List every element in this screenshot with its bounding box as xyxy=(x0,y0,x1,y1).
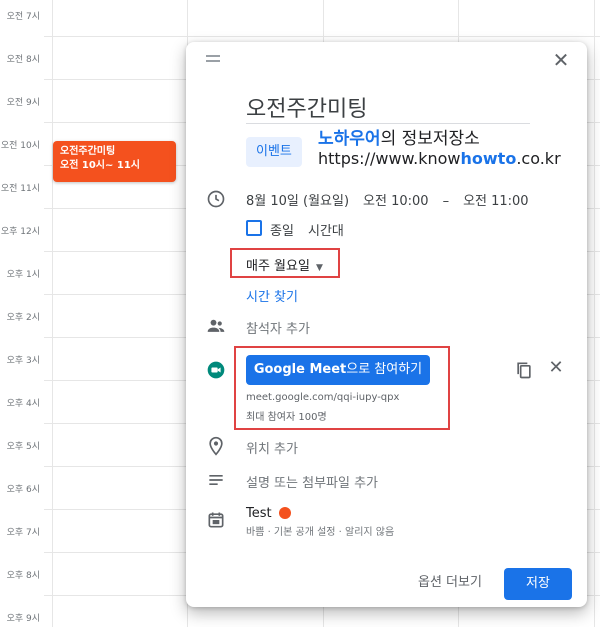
calendar-name[interactable]: Test xyxy=(246,506,272,521)
add-location-input[interactable]: 위치 추가 xyxy=(246,438,298,457)
date-time-row: 8월 10일 (월요일) 오전 10:00– 오전 11:00 xyxy=(246,190,529,209)
time-label: 오후 9시 xyxy=(6,614,40,624)
watermark: 노하우어의 정보저장소 https://www.knowhowto.co.kr xyxy=(318,129,561,169)
save-button[interactable]: 저장 xyxy=(504,568,572,600)
recurrence-select[interactable]: 매주 월요일 ▼ xyxy=(246,255,323,274)
event-chip-title: 오전주간미팅 xyxy=(60,146,116,157)
watermark-url-prefix: https://www.know xyxy=(318,149,461,168)
calendar-color-dot xyxy=(279,507,291,519)
drag-handle-icon[interactable] xyxy=(206,55,220,65)
time-label: 오후 6시 xyxy=(6,485,40,495)
time-label: 오후 3시 xyxy=(6,356,40,366)
meet-button-rest: 으로 참여하기 xyxy=(346,362,423,377)
time-label: 오전 11시 xyxy=(0,184,40,194)
time-label: 오전 9시 xyxy=(6,98,40,108)
close-icon[interactable]: ✕ xyxy=(549,48,573,72)
time-label: 오후 7시 xyxy=(6,528,40,538)
watermark-url-suffix: .co.kr xyxy=(516,149,561,168)
time-label: 오후 8시 xyxy=(6,571,40,581)
time-label: 오후 2시 xyxy=(6,313,40,323)
time-label: 오후 4시 xyxy=(6,399,40,409)
time-label: 오전 10시 xyxy=(0,141,40,151)
people-icon xyxy=(206,316,226,336)
time-label: 오전 7시 xyxy=(6,12,40,22)
time-label: 오후 1시 xyxy=(6,270,40,280)
event-date[interactable]: 8월 10일 (월요일) xyxy=(246,194,349,209)
calendar-icon xyxy=(206,510,226,530)
find-time-link[interactable]: 시간 찾기 xyxy=(246,286,298,305)
copy-icon[interactable] xyxy=(514,360,534,380)
clock-icon xyxy=(206,189,226,209)
event-title-input[interactable] xyxy=(246,90,530,124)
location-pin-icon xyxy=(206,436,226,456)
google-meet-icon xyxy=(206,360,226,380)
timezone-link[interactable]: 시간대 xyxy=(308,220,344,239)
all-day-checkbox[interactable] xyxy=(246,220,262,236)
watermark-brand: 노하우어 xyxy=(318,129,381,149)
time-label: 오전 8시 xyxy=(6,55,40,65)
time-dash: – xyxy=(442,194,450,209)
start-time[interactable]: 오전 10:00 xyxy=(363,194,429,209)
add-guests-input[interactable]: 참석자 추가 xyxy=(246,318,310,337)
watermark-suffix: 의 정보저장소 xyxy=(380,129,480,149)
tab-event[interactable]: 이벤트 xyxy=(246,137,302,167)
time-label: 오후 5시 xyxy=(6,442,40,452)
meet-button-strong: Google Meet xyxy=(253,362,347,377)
caret-down-icon: ▼ xyxy=(315,263,323,273)
event-edit-dialog: ✕ 이벤트 노하우어의 정보저장소 https://www.knowhowto.… xyxy=(186,42,587,607)
watermark-url-highlight: howto xyxy=(460,149,517,168)
event-chip-time: 오전 10시~ 11시 xyxy=(60,160,140,171)
calendar-settings-summary[interactable]: 바쁨 · 기본 공개 설정 · 알리지 않음 xyxy=(246,523,394,538)
time-label: 오후 12시 xyxy=(0,227,40,237)
more-options-button[interactable]: 옵션 더보기 xyxy=(418,571,482,590)
notes-icon xyxy=(206,470,226,490)
meet-participant-limit: 최대 참여자 100명 xyxy=(246,412,327,423)
recurrence-value: 매주 월요일 xyxy=(246,259,310,274)
join-google-meet-button[interactable]: Google Meet으로 참여하기 xyxy=(246,355,430,385)
add-description-input[interactable]: 설명 또는 첨부파일 추가 xyxy=(246,472,378,491)
end-time[interactable]: 오전 11:00 xyxy=(463,194,529,209)
calendar-event-chip[interactable]: 오전주간미팅 오전 10시~ 11시 xyxy=(53,141,176,182)
meet-url[interactable]: meet.google.com/qqi-iupy-qpx xyxy=(246,392,399,403)
all-day-label: 종일 xyxy=(270,224,294,239)
remove-meet-icon[interactable]: ✕ xyxy=(546,358,566,378)
